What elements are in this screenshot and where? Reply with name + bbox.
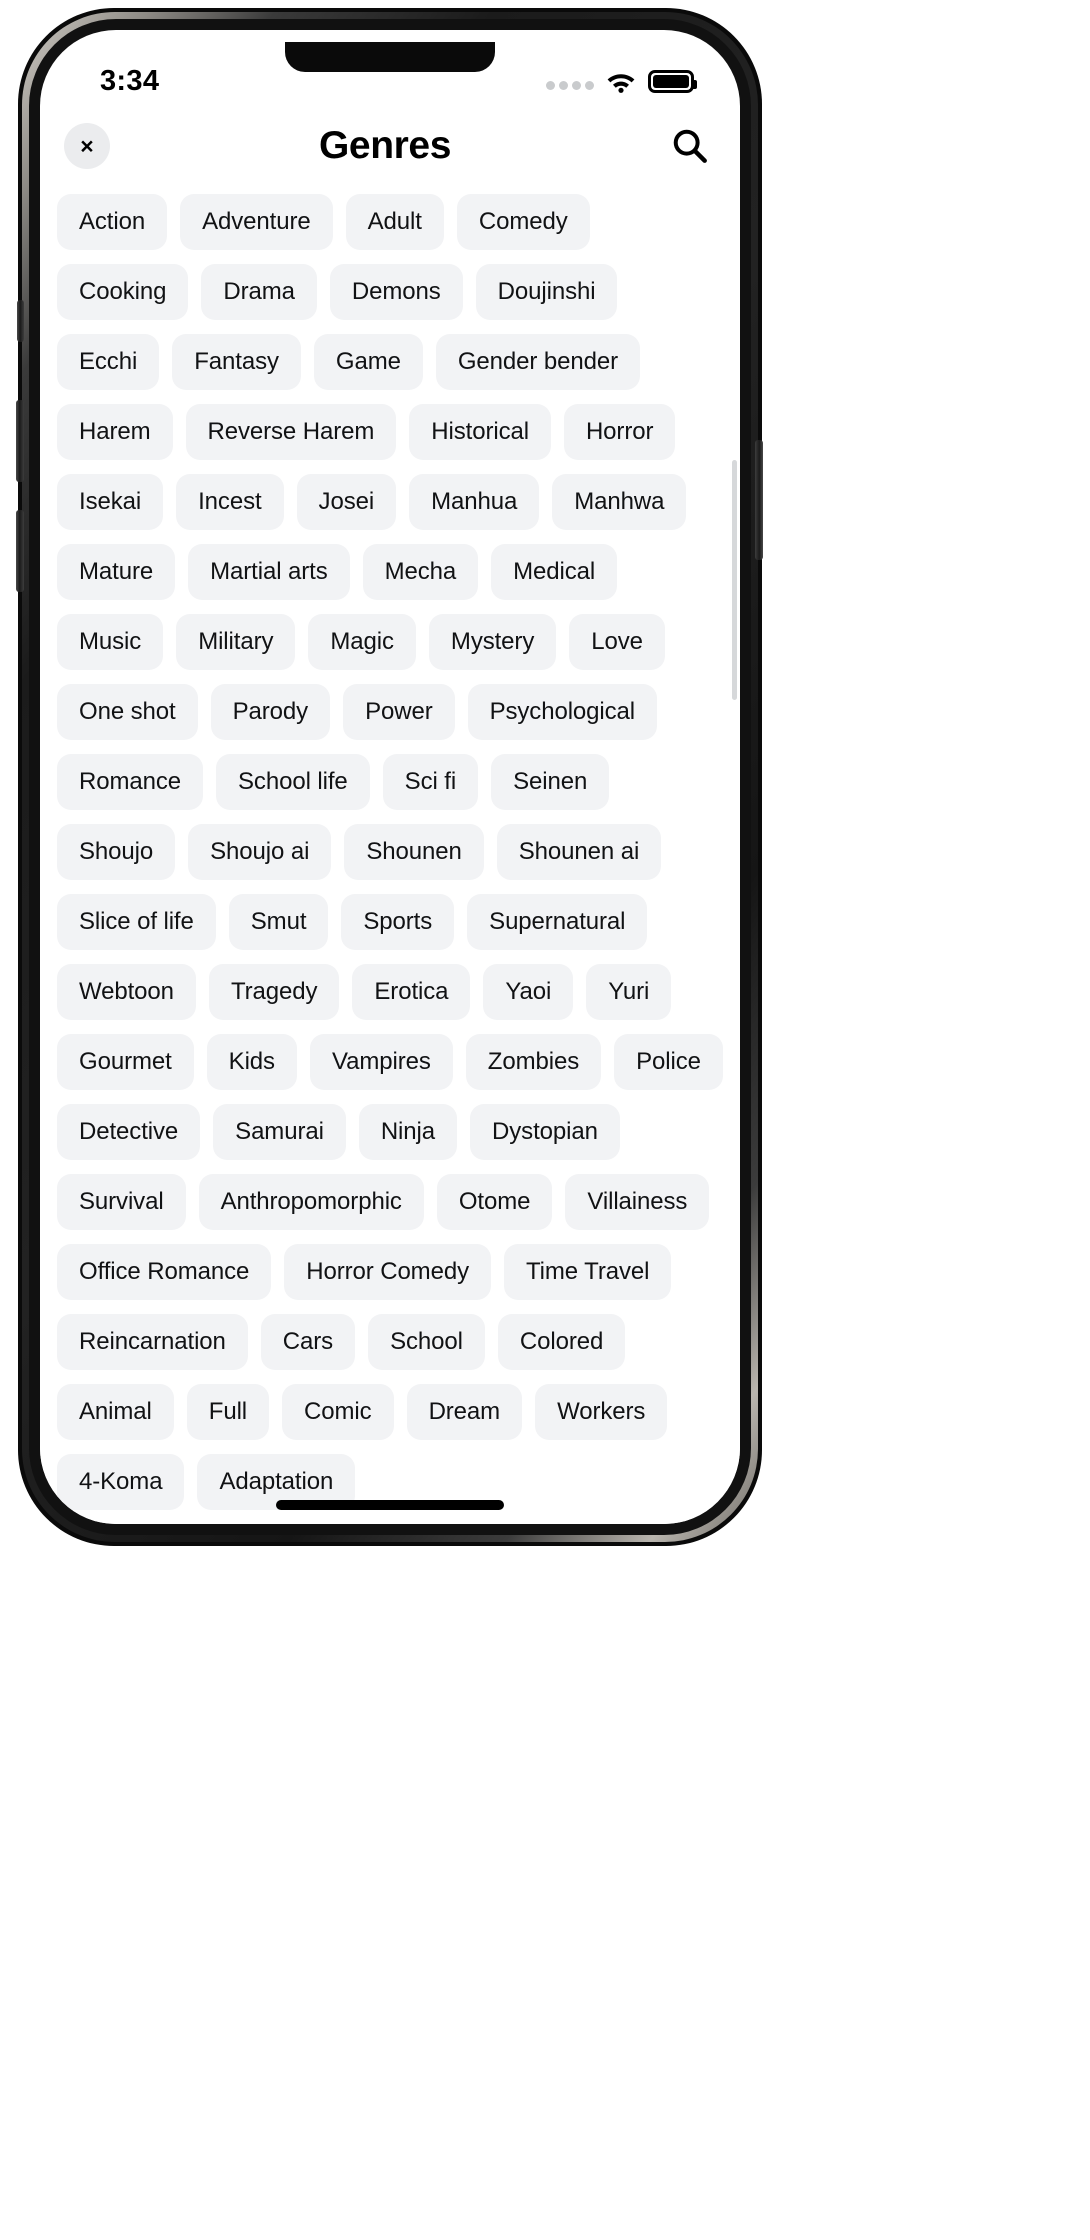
- genre-chip[interactable]: Comedy: [456, 194, 590, 250]
- genre-chip[interactable]: Manhwa: [552, 474, 687, 530]
- genre-chip[interactable]: Gender bender: [435, 334, 640, 390]
- genre-chip[interactable]: Psychological: [467, 684, 658, 740]
- genre-chip[interactable]: Seinen: [491, 754, 610, 810]
- genre-chip[interactable]: Game: [313, 334, 423, 390]
- close-icon: ×: [80, 132, 94, 159]
- genre-chip[interactable]: Time Travel: [503, 1244, 672, 1300]
- screenshot-root: 3:34 × Genres Action Adventure Adult Com…: [0, 0, 1090, 2240]
- genre-chip[interactable]: Otome: [436, 1174, 553, 1230]
- genre-chip[interactable]: Romance: [57, 754, 204, 810]
- genre-chip[interactable]: Animal: [57, 1384, 174, 1440]
- genre-chip[interactable]: One shot: [57, 684, 198, 740]
- genre-chip[interactable]: Martial arts: [188, 544, 350, 600]
- genre-chip[interactable]: Comic: [282, 1384, 394, 1440]
- genre-chip[interactable]: Webtoon: [57, 964, 196, 1020]
- genre-chip[interactable]: Sports: [341, 894, 455, 950]
- genre-chip[interactable]: Kids: [206, 1034, 297, 1090]
- genre-chip[interactable]: Mature: [57, 544, 176, 600]
- genre-chip[interactable]: Military: [176, 614, 296, 670]
- silent-switch-button[interactable]: [17, 300, 24, 342]
- home-indicator[interactable]: [276, 1500, 504, 1510]
- genre-chip[interactable]: School: [368, 1314, 485, 1370]
- genre-chip[interactable]: Gourmet: [57, 1034, 194, 1090]
- genre-chip[interactable]: Smut: [228, 894, 329, 950]
- genre-chip[interactable]: Mystery: [428, 614, 557, 670]
- genre-chip[interactable]: Shounen: [344, 824, 484, 880]
- genre-chip[interactable]: Manhua: [409, 474, 540, 530]
- genre-chip[interactable]: Zombies: [465, 1034, 602, 1090]
- genre-chip[interactable]: Drama: [201, 264, 317, 320]
- status-bar-indicators: [546, 69, 697, 93]
- genre-chip[interactable]: Cars: [260, 1314, 356, 1370]
- vertical-scrollbar[interactable]: [732, 460, 737, 700]
- genre-chip[interactable]: Samurai: [213, 1104, 346, 1160]
- battery-icon: [648, 69, 697, 93]
- genre-chip[interactable]: Shoujo ai: [188, 824, 332, 880]
- genre-chip[interactable]: Full: [186, 1384, 270, 1440]
- status-bar-time: 3:34: [100, 64, 160, 97]
- genre-chip[interactable]: Josei: [296, 474, 397, 530]
- volume-up-button[interactable]: [16, 400, 24, 482]
- app-header: × Genres: [40, 108, 740, 184]
- genre-chip[interactable]: Music: [57, 614, 164, 670]
- genre-chip[interactable]: Medical: [491, 544, 618, 600]
- genre-chip[interactable]: Tragedy: [208, 964, 340, 1020]
- genre-chip[interactable]: Historical: [409, 404, 551, 460]
- genre-chip[interactable]: Anthropomorphic: [198, 1174, 424, 1230]
- genre-chip[interactable]: Villainess: [565, 1174, 710, 1230]
- genre-chip[interactable]: Reverse Harem: [185, 404, 397, 460]
- genre-chip[interactable]: Ninja: [358, 1104, 458, 1160]
- genre-chip[interactable]: Police: [614, 1034, 723, 1090]
- genre-chip[interactable]: Parody: [210, 684, 331, 740]
- genre-chip-list: Action Adventure Adult Comedy Cooking Drama De…: [40, 184, 740, 1510]
- genre-chip[interactable]: Harem: [57, 404, 173, 460]
- genre-chip[interactable]: Shoujo: [57, 824, 176, 880]
- genre-chip[interactable]: Detective: [57, 1104, 201, 1160]
- genre-chip[interactable]: Cooking: [57, 264, 189, 320]
- genres-scroll-area[interactable]: Action Adventure Adult Comedy Cooking Drama De…: [40, 184, 740, 1524]
- genre-chip[interactable]: Shounen ai: [496, 824, 662, 880]
- genre-chip[interactable]: Mecha: [362, 544, 479, 600]
- page-title: Genres: [318, 124, 451, 167]
- phone-screen: 3:34 × Genres Action Adventure Adult Com…: [40, 30, 740, 1524]
- genre-chip[interactable]: 4-Koma: [57, 1454, 185, 1510]
- genre-chip[interactable]: Isekai: [57, 474, 164, 530]
- genre-chip[interactable]: Horror: [563, 404, 676, 460]
- signal-dots-icon: [546, 80, 594, 93]
- genre-chip[interactable]: Office Romance: [57, 1244, 272, 1300]
- genre-chip[interactable]: Adult: [345, 194, 444, 250]
- genre-chip[interactable]: Colored: [497, 1314, 626, 1370]
- genre-chip[interactable]: Yaoi: [483, 964, 574, 1020]
- genre-chip[interactable]: Vampires: [309, 1034, 453, 1090]
- genre-chip[interactable]: Dystopian: [470, 1104, 620, 1160]
- genre-chip[interactable]: Slice of life: [57, 894, 216, 950]
- genre-chip[interactable]: Dream: [406, 1384, 523, 1440]
- genre-chip[interactable]: Love: [569, 614, 665, 670]
- genre-chip[interactable]: Doujinshi: [475, 264, 618, 320]
- genre-chip[interactable]: Sci fi: [382, 754, 479, 810]
- volume-down-button[interactable]: [16, 510, 24, 592]
- device-notch: [285, 42, 495, 72]
- genre-chip[interactable]: Power: [343, 684, 455, 740]
- search-button[interactable]: [666, 122, 714, 170]
- genre-chip[interactable]: School life: [216, 754, 370, 810]
- search-icon: [673, 129, 707, 163]
- wifi-icon: [607, 73, 635, 93]
- genre-chip[interactable]: Reincarnation: [57, 1314, 248, 1370]
- genre-chip[interactable]: Demons: [329, 264, 463, 320]
- genre-chip[interactable]: Workers: [535, 1384, 668, 1440]
- genre-chip[interactable]: Magic: [308, 614, 416, 670]
- genre-chip[interactable]: Yuri: [586, 964, 672, 1020]
- genre-chip[interactable]: Erotica: [352, 964, 471, 1020]
- genre-chip[interactable]: Fantasy: [172, 334, 301, 390]
- genre-chip[interactable]: Adventure: [180, 194, 333, 250]
- power-button[interactable]: [755, 440, 763, 560]
- genre-chip[interactable]: Incest: [176, 474, 284, 530]
- genre-chip[interactable]: Survival: [57, 1174, 186, 1230]
- genre-chip[interactable]: Ecchi: [57, 334, 160, 390]
- genre-chip[interactable]: Action: [57, 194, 168, 250]
- genre-chip[interactable]: Horror Comedy: [284, 1244, 491, 1300]
- genre-chip[interactable]: Supernatural: [467, 894, 648, 950]
